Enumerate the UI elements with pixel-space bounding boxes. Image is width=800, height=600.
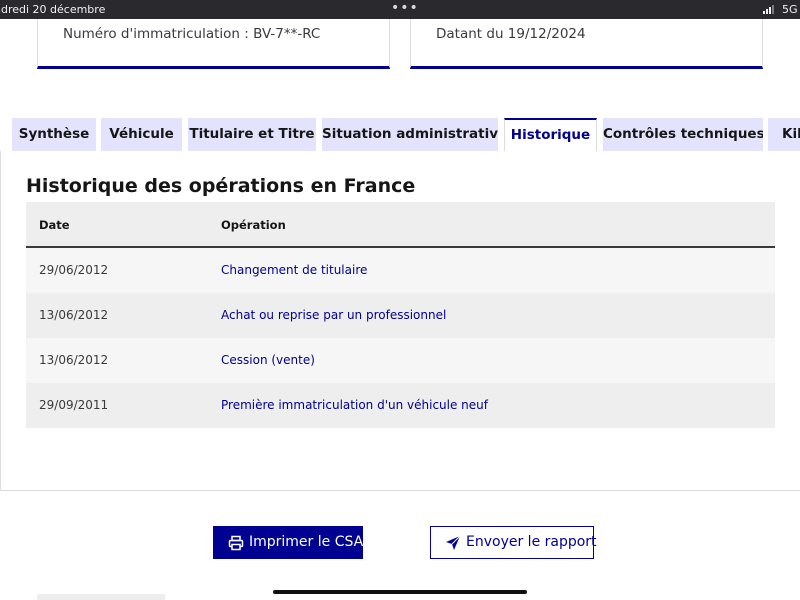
home-indicator[interactable]: [273, 590, 527, 594]
row-date: 13/06/2012: [39, 353, 109, 367]
page: ndredi 20 décembre ••• 5G Numéro d'immat…: [0, 0, 800, 600]
row-operation-link[interactable]: Première immatriculation d'un véhicule n…: [221, 398, 488, 412]
report-date: Datant du 19/12/2024: [436, 26, 586, 42]
tab-historique[interactable]: Historique: [504, 118, 597, 152]
print-csa-button[interactable]: Imprimer le CSA: [213, 526, 363, 559]
multitasking-dots-icon[interactable]: •••: [391, 0, 419, 17]
tab-vehicule[interactable]: Véhicule: [101, 118, 182, 151]
history-table: Date Opération 29/06/2012 Changement de …: [26, 202, 775, 428]
row-operation-link[interactable]: Changement de titulaire: [221, 263, 367, 277]
status-bar: ndredi 20 décembre ••• 5G: [0, 0, 800, 19]
table-row: 13/06/2012 Cession (vente): [26, 338, 775, 383]
tab-kilometrage[interactable]: Kilo: [768, 118, 800, 151]
row-operation-link[interactable]: Cession (vente): [221, 353, 315, 367]
print-csa-label: Imprimer le CSA: [249, 534, 364, 550]
panel-title: Historique des opérations en France: [26, 175, 416, 197]
footer-block: [37, 594, 165, 600]
send-report-label: Envoyer le rapport: [466, 534, 597, 550]
signal-icon: [763, 5, 777, 14]
table-row: 13/06/2012 Achat ou reprise par un profe…: [26, 293, 775, 338]
row-date: 29/09/2011: [39, 398, 109, 412]
registration-card: Numéro d'immatriculation : BV-7**-RC: [37, 19, 390, 69]
row-date: 29/06/2012: [39, 263, 109, 277]
printer-icon: [228, 535, 244, 551]
registration-number: Numéro d'immatriculation : BV-7**-RC: [63, 26, 321, 42]
tab-titulaire-titre[interactable]: Titulaire et Titre: [188, 118, 316, 151]
row-operation-link[interactable]: Achat ou reprise par un professionnel: [221, 308, 446, 322]
date-card: Datant du 19/12/2024: [410, 19, 763, 69]
table-header: Date Opération: [26, 202, 775, 248]
history-panel: Historique des opérations en France Date…: [0, 151, 800, 491]
tab-list: Synthèse Véhicule Titulaire et Titre Sit…: [0, 118, 800, 152]
status-date: ndredi 20 décembre: [0, 3, 106, 16]
network-label: 5G: [782, 3, 798, 16]
column-header-operation: Opération: [221, 218, 286, 232]
send-report-button[interactable]: Envoyer le rapport: [430, 526, 597, 559]
table-row: 29/09/2011 Première immatriculation d'un…: [26, 383, 775, 428]
row-date: 13/06/2012: [39, 308, 109, 322]
tab-situation-administrative[interactable]: Situation administrative: [322, 118, 498, 151]
column-header-date: Date: [39, 218, 70, 232]
tab-controles-techniques[interactable]: Contrôles techniques: [603, 118, 763, 151]
send-icon: [446, 535, 461, 550]
tab-synthese[interactable]: Synthèse: [12, 118, 96, 151]
table-row: 29/06/2012 Changement de titulaire: [26, 248, 775, 293]
